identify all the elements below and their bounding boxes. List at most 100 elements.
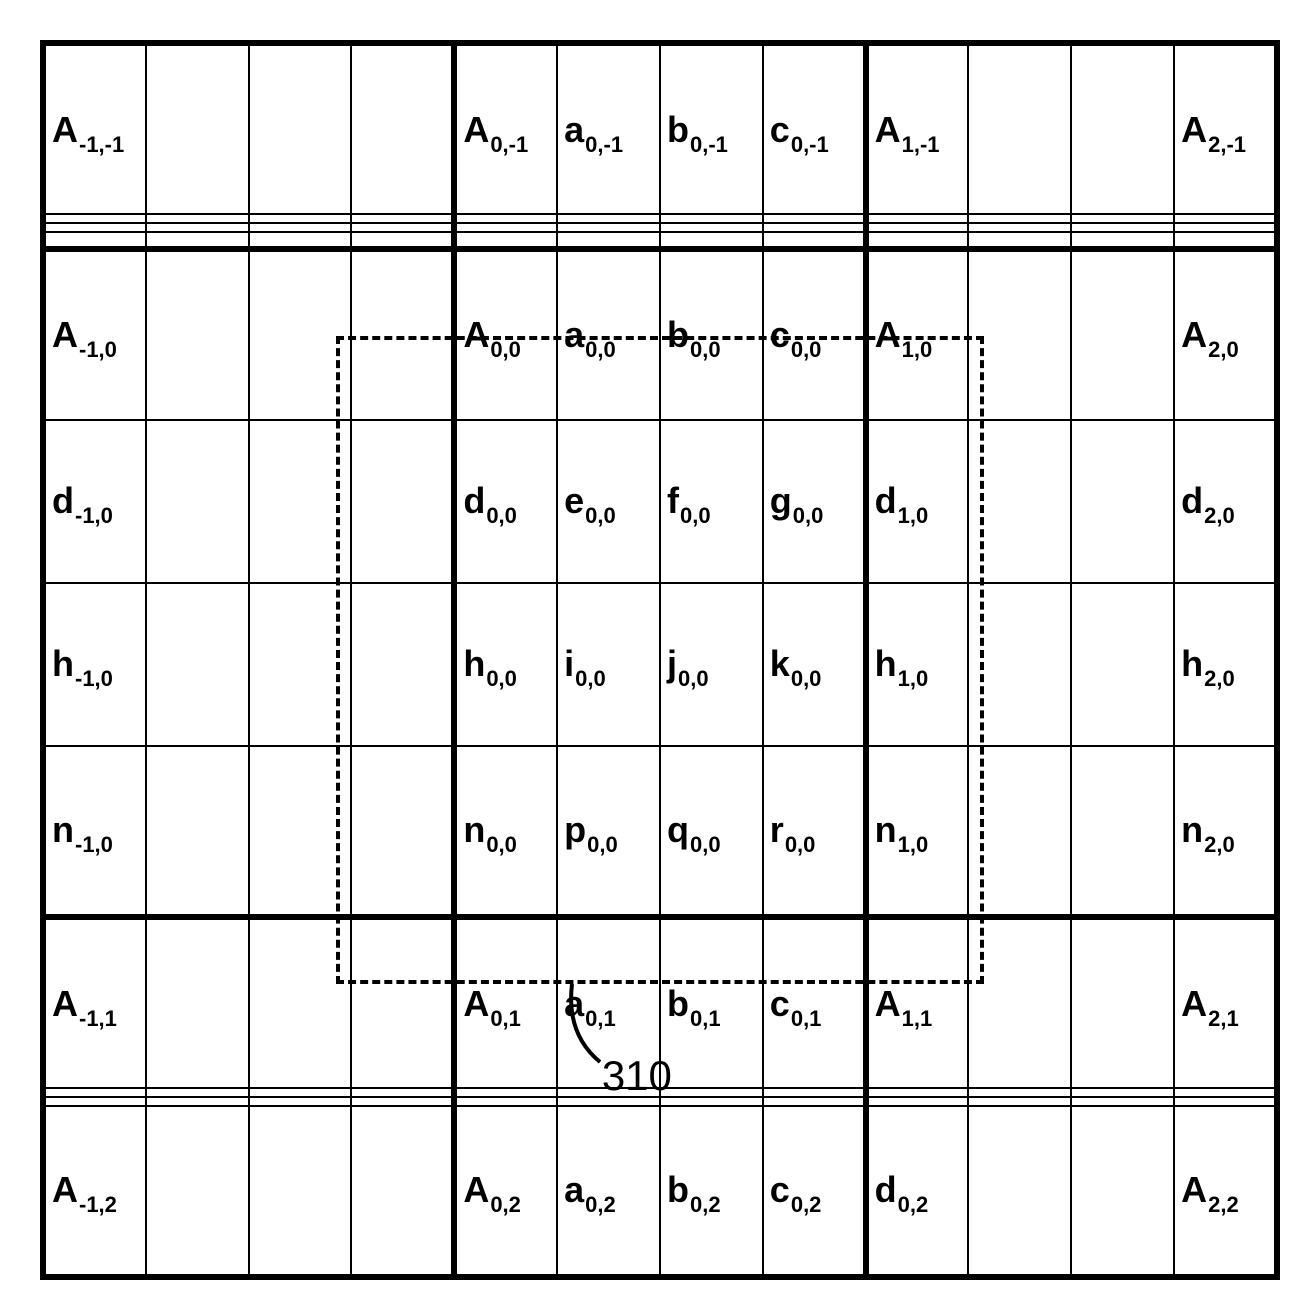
grid-cell: [351, 232, 454, 249]
grid-cell: [968, 43, 1071, 214]
grid-cell: [146, 249, 249, 420]
grid-cell: [249, 249, 352, 420]
grid-cell: [351, 1106, 454, 1278]
grid-cell: [249, 917, 352, 1088]
grid-cell: [1174, 223, 1277, 232]
grid-cell: [351, 917, 454, 1088]
grid-cell: [1071, 420, 1174, 583]
grid-cell: A0,1: [454, 917, 557, 1088]
grid-cell: [763, 232, 866, 249]
grid-cell: [968, 214, 1071, 223]
grid-cell: [454, 223, 557, 232]
grid-cell: [249, 1088, 352, 1097]
grid-cell: A-1,0: [43, 249, 146, 420]
grid-table: A-1,-1A0,-1a0,-1b0,-1c0,-1A1,-1A2,-1A-1,…: [40, 40, 1280, 1280]
grid-cell: [557, 223, 660, 232]
grid-cell: [351, 1088, 454, 1097]
grid-cell: a0,-1: [557, 43, 660, 214]
grid-cell: [660, 1088, 763, 1097]
grid-cell: [1071, 1106, 1174, 1278]
grid-cell: [249, 420, 352, 583]
grid-cell: [1071, 214, 1174, 223]
grid-cell: h-1,0: [43, 583, 146, 746]
grid-cell: [968, 917, 1071, 1088]
grid-cell: [146, 223, 249, 232]
grid-cell: [660, 214, 763, 223]
grid-cell: A2,1: [1174, 917, 1277, 1088]
grid-cell: A0,0: [454, 249, 557, 420]
grid-cell: [968, 420, 1071, 583]
grid-cell: [146, 917, 249, 1088]
grid-cell: [146, 746, 249, 917]
grid-cell: a0,0: [557, 249, 660, 420]
grid-cell: [1071, 746, 1174, 917]
grid-cell: [1174, 214, 1277, 223]
grid-cell: A-1,1: [43, 917, 146, 1088]
grid-cell: [1071, 583, 1174, 746]
grid-cell: c0,1: [763, 917, 866, 1088]
grid-cell: [557, 232, 660, 249]
grid-cell: b0,1: [660, 917, 763, 1088]
grid-cell: c0,-1: [763, 43, 866, 214]
grid-cell: n2,0: [1174, 746, 1277, 917]
grid-cell: A2,0: [1174, 249, 1277, 420]
grid-cell: d2,0: [1174, 420, 1277, 583]
grid-cell: [249, 223, 352, 232]
grid-cell: [968, 583, 1071, 746]
grid-cell: [660, 1097, 763, 1106]
grid-cell: g0,0: [763, 420, 866, 583]
grid-cell: c0,0: [763, 249, 866, 420]
grid-cell: r0,0: [763, 746, 866, 917]
grid-cell: i0,0: [557, 583, 660, 746]
grid-cell: j0,0: [660, 583, 763, 746]
grid-cell: [146, 214, 249, 223]
grid-cell: A1,-1: [866, 43, 969, 214]
grid-cell: [351, 214, 454, 223]
grid-cell: h2,0: [1174, 583, 1277, 746]
grid-cell: [454, 232, 557, 249]
grid-cell: [1071, 43, 1174, 214]
grid-cell: c0,2: [763, 1106, 866, 1278]
grid-cell: [1071, 1088, 1174, 1097]
grid-cell: p0,0: [557, 746, 660, 917]
grid-cell: [660, 223, 763, 232]
grid-cell: A-1,-1: [43, 43, 146, 214]
grid-cell: [146, 43, 249, 214]
grid-cell: [351, 43, 454, 214]
grid-cell: [763, 1088, 866, 1097]
grid-cell: k0,0: [763, 583, 866, 746]
grid-cell: [146, 1106, 249, 1278]
grid-cell: [866, 1088, 969, 1097]
grid-cell: [146, 420, 249, 583]
grid-cell: d0,0: [454, 420, 557, 583]
grid-cell: h0,0: [454, 583, 557, 746]
grid-cell: b0,2: [660, 1106, 763, 1278]
grid-cell: A-1,2: [43, 1106, 146, 1278]
grid-cell: [146, 232, 249, 249]
grid-cell: A1,1: [866, 917, 969, 1088]
grid-cell: [351, 223, 454, 232]
grid-cell: [454, 1088, 557, 1097]
grid-cell: [351, 746, 454, 917]
grid-cell: h1,0: [866, 583, 969, 746]
grid-cell: A2,2: [1174, 1106, 1277, 1278]
grid-cell: [866, 1097, 969, 1106]
grid-cell: [454, 1097, 557, 1106]
grid-cell: [557, 1088, 660, 1097]
grid-cell: [146, 1097, 249, 1106]
grid-cell: [351, 420, 454, 583]
grid-cell: [249, 214, 352, 223]
grid-cell: [146, 583, 249, 746]
grid-cell: b0,-1: [660, 43, 763, 214]
grid-cell: b0,0: [660, 249, 763, 420]
grid-cell: [1174, 232, 1277, 249]
grid-cell: [557, 1097, 660, 1106]
grid-cell: [968, 223, 1071, 232]
grid-cell: [1071, 232, 1174, 249]
grid-cell: [146, 1088, 249, 1097]
grid-cell: [1174, 1097, 1277, 1106]
grid-cell: n-1,0: [43, 746, 146, 917]
grid-cell: q0,0: [660, 746, 763, 917]
grid-cell: [351, 583, 454, 746]
grid-cell: [763, 1097, 866, 1106]
